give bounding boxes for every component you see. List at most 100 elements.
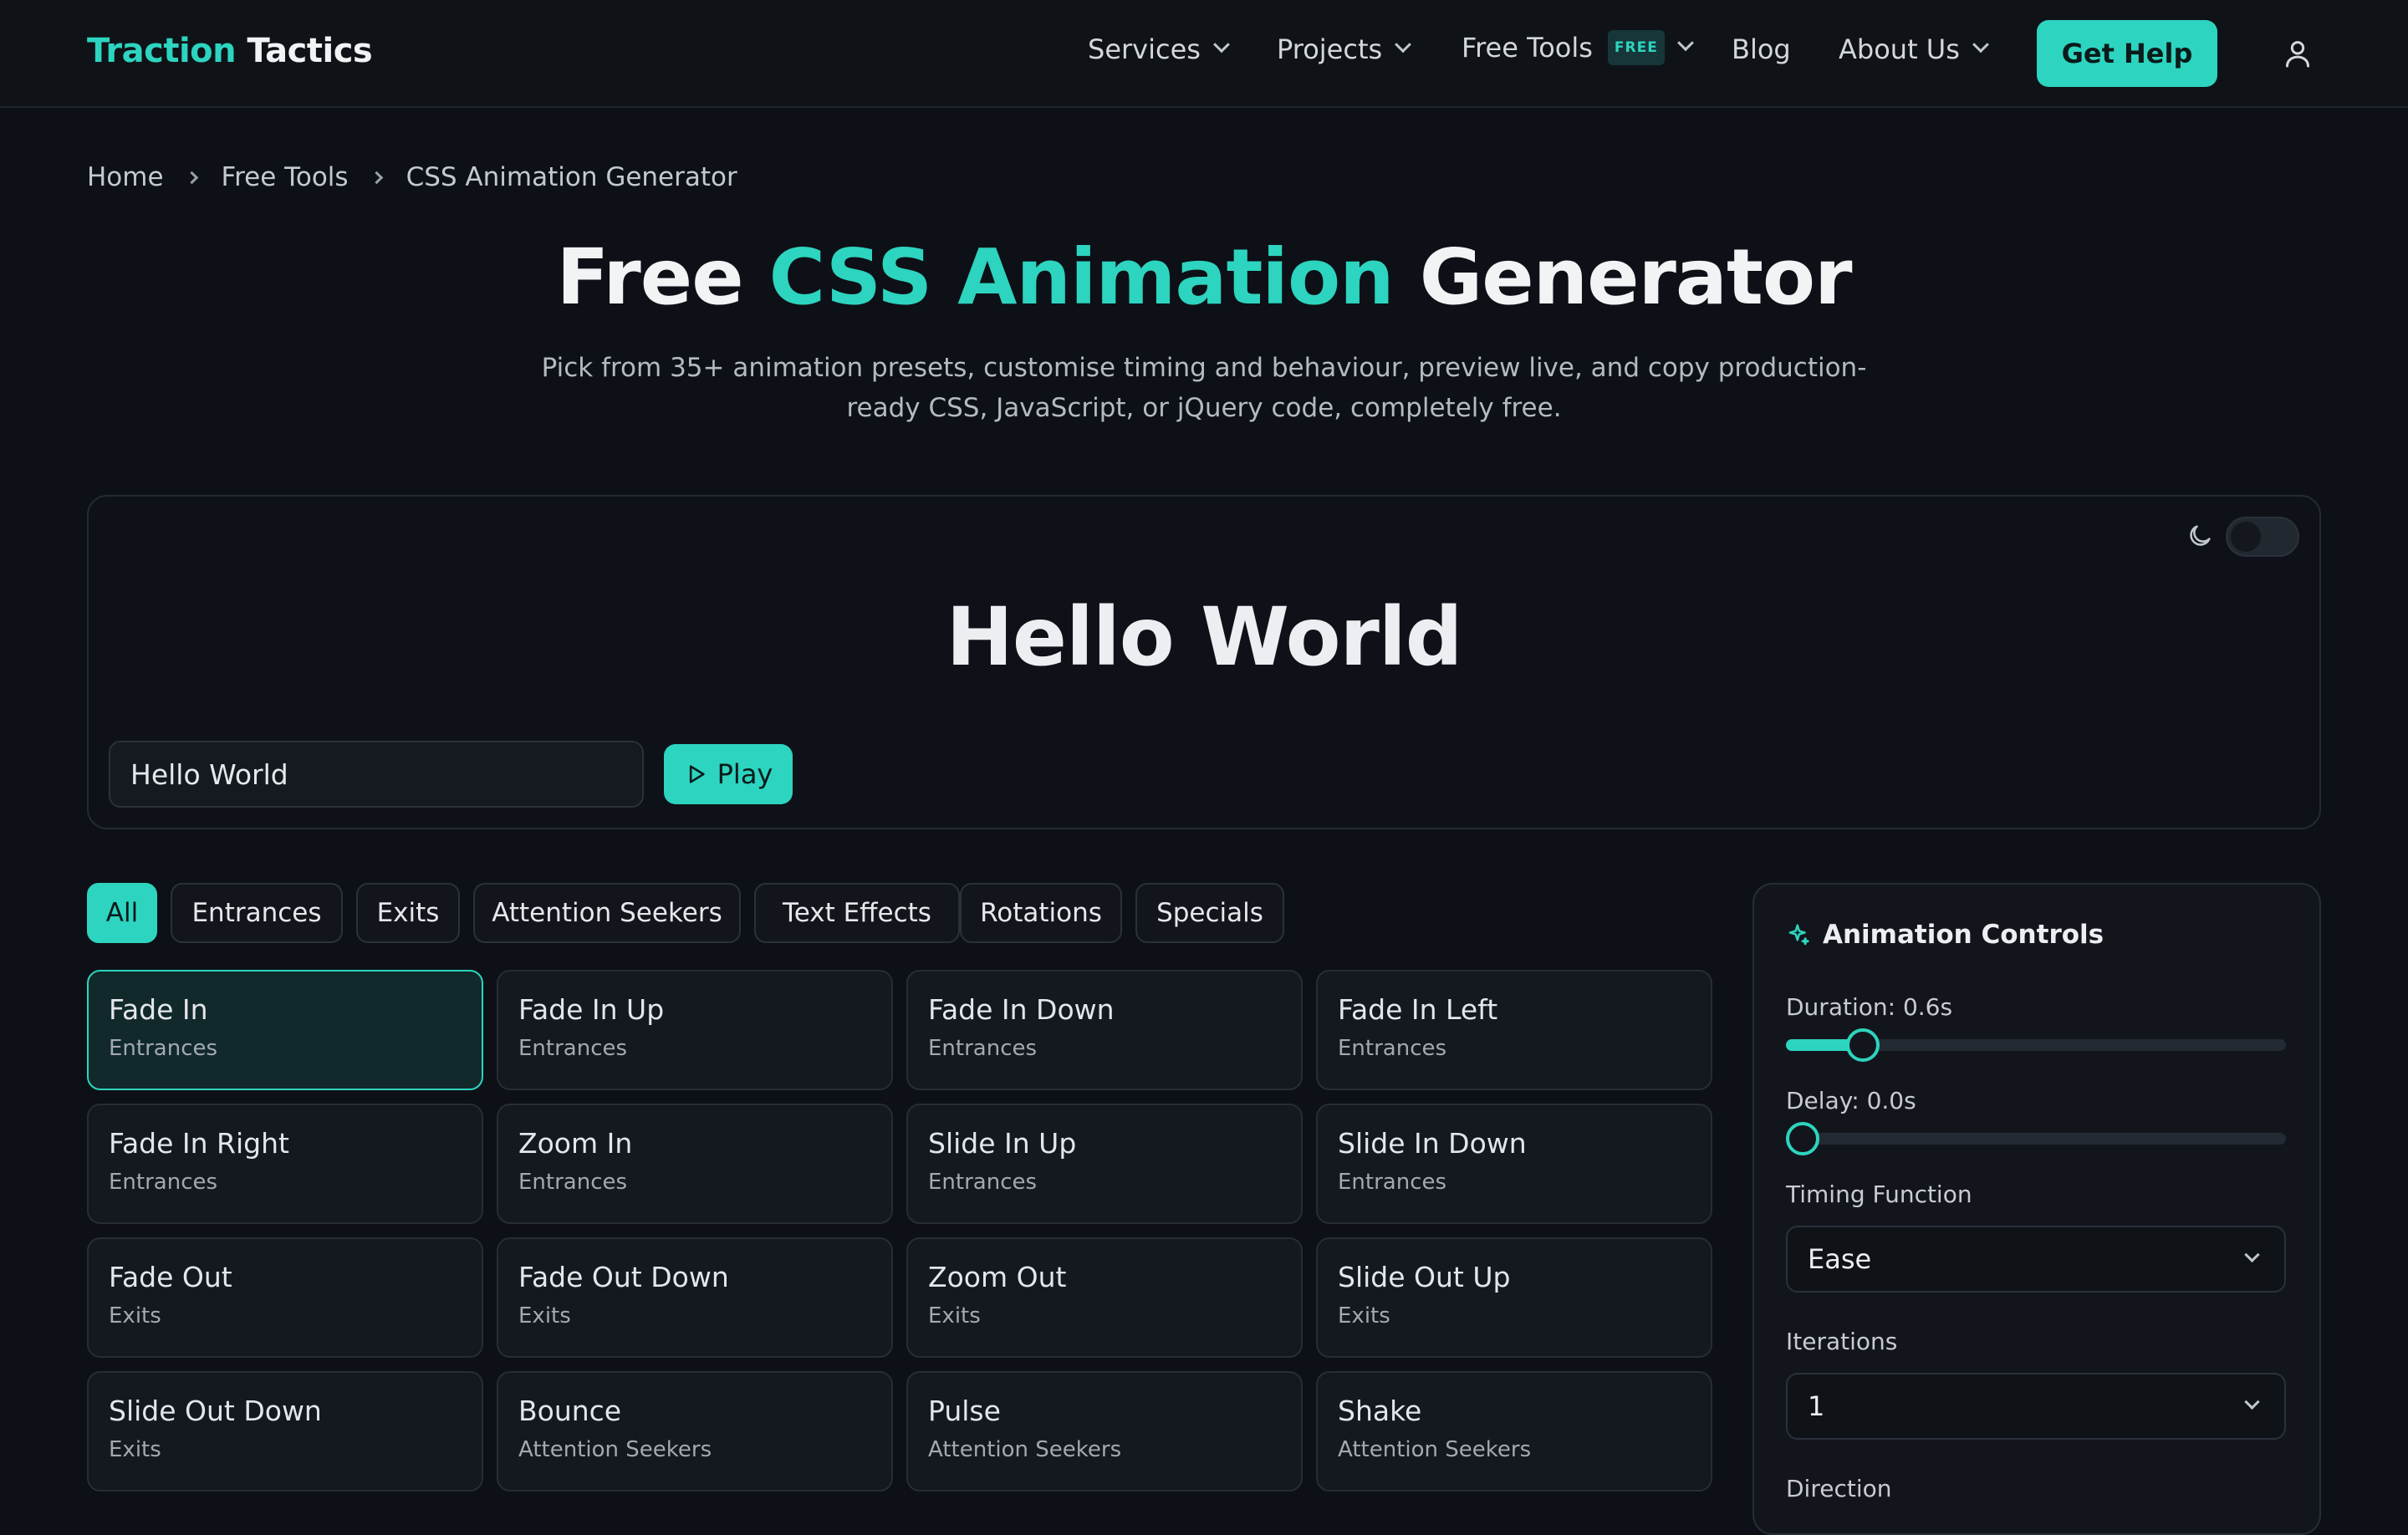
controls-title: Animation Controls [1786,920,2104,950]
card-category: Entrances [518,1170,628,1195]
free-badge: FREE [1607,30,1665,65]
animation-card[interactable]: Bounce Attention Seekers [497,1371,893,1492]
animation-card[interactable]: Pulse Attention Seekers [906,1371,1303,1492]
animation-card[interactable]: Zoom In Entrances [497,1104,893,1224]
card-name: Slide Out Down [109,1395,322,1427]
delay-slider[interactable] [1786,1122,2286,1155]
chevron-down-icon [1972,36,1989,54]
animation-card[interactable]: Fade Out Exits [87,1237,483,1358]
animation-card[interactable]: Slide Out Up Exits [1316,1237,1712,1358]
play-label: Play [717,758,773,790]
nav-about-us-label: About Us [1839,33,1960,65]
filter-exits[interactable]: Exits [356,883,460,943]
preview-text: Hello World [946,590,1462,684]
animation-card[interactable]: Fade In Left Entrances [1316,970,1712,1090]
filter-entrances[interactable]: Entrances [171,883,343,943]
card-category: Exits [109,1303,161,1328]
animation-card[interactable]: Slide Out Down Exits [87,1371,483,1492]
filter-text-effects[interactable]: Text Effects [754,883,960,943]
card-name: Fade In [109,993,208,1026]
card-category: Exits [518,1303,571,1328]
play-icon [689,765,705,783]
nav-blog-label: Blog [1732,33,1791,65]
chevron-down-icon [2244,1394,2260,1410]
card-name: Slide In Up [928,1127,1077,1160]
moon-icon [2190,525,2211,546]
duration-label: Duration: 0.6s [1786,993,1953,1021]
nav-services[interactable]: Services [1088,33,1230,65]
play-button[interactable]: Play [664,744,793,804]
animation-card[interactable]: Shake Attention Seekers [1316,1371,1712,1492]
breadcrumb-current: CSS Animation Generator [406,162,737,192]
nav-free-tools[interactable]: Free Tools FREE [1462,30,1694,65]
animation-card[interactable]: Fade In Entrances [87,970,483,1090]
breadcrumb-home[interactable]: Home [87,162,164,192]
iterations-value: 1 [1808,1390,1825,1422]
sparkle-icon [1788,924,1809,946]
animation-card[interactable]: Fade In Up Entrances [497,970,893,1090]
card-category: Attention Seekers [518,1437,712,1462]
chevron-right-icon [370,171,383,184]
card-name: Zoom In [518,1127,633,1160]
animation-card[interactable]: Zoom Out Exits [906,1237,1303,1358]
iterations-select[interactable]: 1 [1786,1373,2286,1440]
nav-blog[interactable]: Blog [1732,33,1791,65]
animation-card[interactable]: Slide In Down Entrances [1316,1104,1712,1224]
card-name: Slide Out Up [1338,1261,1511,1293]
logo-part2: Tactics [247,32,373,70]
card-category: Entrances [518,1036,628,1061]
chevron-down-icon [1213,36,1230,54]
breadcrumb: Home Free Tools CSS Animation Generator [87,162,737,192]
timing-function-label: Timing Function [1786,1181,1972,1208]
page-title: Free CSS Animation Generator [0,232,2408,322]
animation-card[interactable]: Slide In Up Entrances [906,1104,1303,1224]
filter-specials[interactable]: Specials [1135,883,1284,943]
nav-about-us[interactable]: About Us [1839,33,1989,65]
delay-label: Delay: 0.0s [1786,1087,1916,1114]
animation-card[interactable]: Fade In Down Entrances [906,970,1303,1090]
chevron-down-icon [1676,34,1694,52]
card-name: Bounce [518,1395,622,1427]
card-name: Zoom Out [928,1261,1067,1293]
card-name: Fade In Right [109,1127,289,1160]
card-category: Entrances [109,1170,218,1195]
card-name: Pulse [928,1395,1001,1427]
card-category: Entrances [928,1170,1038,1195]
nav-services-label: Services [1088,33,1201,65]
logo-part1: Traction [87,32,237,70]
card-name: Fade Out Down [518,1261,729,1293]
card-name: Fade In Left [1338,993,1498,1026]
card-category: Entrances [1338,1170,1447,1195]
duration-slider[interactable] [1786,1028,2286,1062]
filter-rotations[interactable]: Rotations [960,883,1122,943]
card-category: Entrances [1338,1036,1447,1061]
duration-slider-thumb[interactable] [1845,1028,1880,1062]
title-post: Generator [1393,232,1853,322]
card-category: Entrances [109,1036,218,1061]
title-pre: Free [556,232,769,322]
animation-card[interactable]: Fade In Right Entrances [87,1104,483,1224]
card-category: Exits [109,1437,161,1462]
toggle-knob [2231,522,2261,552]
nav-projects[interactable]: Projects [1277,33,1412,65]
nav-projects-label: Projects [1277,33,1383,65]
animation-card[interactable]: Fade Out Down Exits [497,1237,893,1358]
delay-slider-thumb[interactable] [1786,1122,1819,1155]
nav-free-tools-label: Free Tools [1462,32,1593,64]
card-category: Attention Seekers [928,1437,1122,1462]
breadcrumb-free-tools[interactable]: Free Tools [222,162,349,192]
logo[interactable]: Traction Tactics [87,32,373,70]
dark-mode-toggle[interactable] [2226,517,2299,557]
card-category: Exits [1338,1303,1390,1328]
card-category: Attention Seekers [1338,1437,1532,1462]
filter-all[interactable]: All [87,883,157,943]
timing-function-select[interactable]: Ease [1786,1226,2286,1293]
chevron-down-icon [1395,36,1412,54]
preview-text-input[interactable] [109,741,644,808]
card-category: Exits [928,1303,981,1328]
site-header: Traction Tactics Services Projects Free … [0,0,2408,108]
filter-attention-seekers[interactable]: Attention Seekers [473,883,741,943]
get-help-button[interactable]: Get Help [2037,20,2217,87]
user-icon[interactable] [2281,37,2314,70]
chevron-right-icon [185,171,198,184]
